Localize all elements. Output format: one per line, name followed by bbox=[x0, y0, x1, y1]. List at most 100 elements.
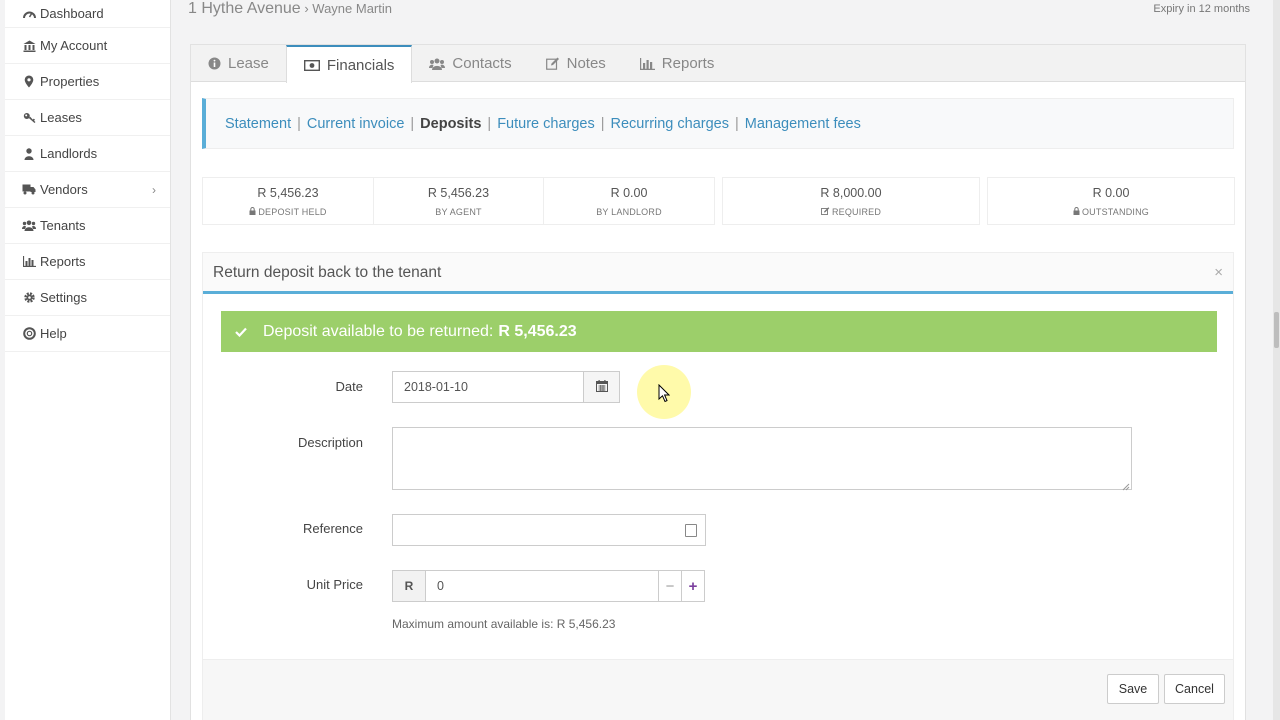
subnav-separator: | bbox=[600, 115, 605, 132]
property-name: 1 Hythe Avenue bbox=[188, 0, 301, 17]
resize-grip-icon[interactable] bbox=[1122, 480, 1130, 491]
map-marker-icon bbox=[19, 75, 39, 88]
lock-icon bbox=[1073, 207, 1080, 217]
calendar-icon bbox=[595, 379, 608, 395]
date-label: Date bbox=[335, 379, 363, 394]
subnav-current-invoice[interactable]: Current invoice bbox=[307, 116, 405, 132]
unit-price-label: Unit Price bbox=[306, 577, 363, 592]
unit-price-field[interactable]: 0 bbox=[425, 570, 660, 602]
mouse-cursor-icon bbox=[658, 383, 671, 406]
tab-label: Reports bbox=[661, 55, 715, 72]
sidebar-item-landlords[interactable]: Landlords bbox=[5, 136, 170, 172]
contact-card-icon bbox=[685, 524, 697, 537]
stat-by-agent: R 5,456.23 BY AGENT bbox=[373, 177, 544, 225]
lock-icon bbox=[249, 207, 256, 217]
stat-value: R 0.00 bbox=[610, 186, 648, 200]
sidebar-item-reports[interactable]: Reports bbox=[5, 244, 170, 280]
close-icon[interactable]: × bbox=[1214, 264, 1223, 281]
dialog-title: Return deposit back to the tenant bbox=[213, 264, 442, 281]
scrollbar[interactable] bbox=[1273, 0, 1280, 720]
stat-by-landlord: R 0.00 BY LANDLORD bbox=[543, 177, 715, 225]
subnav-management-fees[interactable]: Management fees bbox=[745, 116, 861, 132]
tab-label: Lease bbox=[228, 55, 269, 72]
sidebar-item-label: Dashboard bbox=[40, 6, 104, 21]
sidebar-item-tenants[interactable]: Tenants bbox=[5, 208, 170, 244]
stat-value: R 0.00 bbox=[1092, 186, 1130, 200]
subnav-future-charges[interactable]: Future charges bbox=[497, 116, 595, 132]
sidebar-item-vendors[interactable]: Vendors › bbox=[5, 172, 170, 208]
sidebar-item-label: Leases bbox=[40, 110, 82, 125]
stat-deposit-held: R 5,456.23 DEPOSIT HELD bbox=[202, 177, 374, 225]
subnav-recurring-charges[interactable]: Recurring charges bbox=[611, 116, 729, 132]
tab-lease[interactable]: Lease bbox=[191, 45, 286, 82]
stat-value: R 5,456.23 bbox=[257, 186, 319, 200]
subnav-separator: | bbox=[410, 115, 415, 132]
gear-icon bbox=[19, 291, 39, 304]
cancel-button[interactable]: Cancel bbox=[1164, 674, 1225, 704]
scrollbar-thumb[interactable] bbox=[1274, 312, 1279, 348]
dialog-header: Return deposit back to the tenant × bbox=[203, 253, 1233, 294]
sidebar-item-label: My Account bbox=[40, 38, 108, 53]
subnav-deposits[interactable]: Deposits bbox=[420, 116, 481, 132]
breadcrumb: 1 Hythe Avenue › Wayne Martin bbox=[188, 0, 392, 18]
lease-panel: Lease Financials Contacts Notes Reports … bbox=[190, 44, 1246, 720]
money-icon bbox=[303, 59, 320, 71]
subnav-separator: | bbox=[297, 115, 301, 132]
sidebar-item-properties[interactable]: Properties bbox=[5, 64, 170, 100]
return-deposit-dialog: Return deposit back to the tenant × Depo… bbox=[202, 252, 1234, 720]
subnav-separator: | bbox=[735, 115, 739, 132]
stat-label-row: BY AGENT bbox=[374, 207, 543, 217]
edit-icon bbox=[820, 207, 830, 217]
calendar-button[interactable] bbox=[583, 371, 620, 403]
stat-label: DEPOSIT HELD bbox=[258, 207, 327, 217]
bar-chart-icon bbox=[19, 256, 39, 267]
stat-label-row: BY LANDLORD bbox=[544, 207, 714, 217]
subnav-separator: | bbox=[487, 115, 492, 132]
sidebar-item-label: Settings bbox=[40, 290, 87, 305]
stat-required: R 8,000.00 REQUIRED bbox=[722, 177, 980, 225]
tab-bar: Lease Financials Contacts Notes Reports bbox=[191, 45, 1245, 83]
alert-text: Deposit available to be returned: bbox=[263, 322, 494, 340]
deposit-available-alert: Deposit available to be returned: R 5,45… bbox=[221, 311, 1217, 352]
description-label: Description bbox=[297, 435, 363, 450]
sidebar-item-label: Reports bbox=[40, 254, 86, 269]
stat-label-row: OUTSTANDING bbox=[988, 207, 1234, 217]
financials-subnav: Statement | Current invoice | Deposits |… bbox=[202, 98, 1234, 149]
tab-label: Financials bbox=[326, 56, 395, 74]
sidebar-item-settings[interactable]: Settings bbox=[5, 280, 170, 316]
sidebar-item-label: Landlords bbox=[40, 146, 98, 161]
tab-notes[interactable]: Notes bbox=[529, 45, 623, 82]
tab-reports[interactable]: Reports bbox=[623, 45, 732, 82]
edit-icon bbox=[545, 57, 560, 70]
bar-chart-icon bbox=[639, 57, 655, 70]
sidebar-item-my-account[interactable]: My Account bbox=[5, 28, 170, 64]
key-icon bbox=[19, 112, 39, 124]
sidebar-item-dashboard[interactable]: Dashboard bbox=[5, 0, 170, 28]
tab-contacts[interactable]: Contacts bbox=[412, 45, 528, 82]
stat-label: BY AGENT bbox=[435, 207, 482, 217]
save-button[interactable]: Save bbox=[1107, 674, 1159, 704]
sidebar-item-leases[interactable]: Leases bbox=[5, 100, 170, 136]
info-circle-icon bbox=[208, 57, 221, 70]
sidebar-item-help[interactable]: Help bbox=[5, 316, 170, 352]
subnav-statement[interactable]: Statement bbox=[225, 116, 291, 132]
stat-value: R 5,456.23 bbox=[427, 186, 490, 200]
user-icon bbox=[19, 147, 39, 160]
stat-value: R 8,000.00 bbox=[820, 186, 882, 200]
dialog-footer: Save Cancel bbox=[203, 659, 1233, 720]
stat-label: REQUIRED bbox=[831, 207, 882, 217]
date-field[interactable]: 2018-01-10 bbox=[392, 371, 584, 403]
sidebar-item-label: Help bbox=[40, 326, 67, 341]
check-icon bbox=[235, 327, 247, 337]
max-amount-help: Maximum amount available is: R 5,456.23 bbox=[392, 617, 616, 631]
lease-expiry: Expiry in 12 months bbox=[1153, 3, 1250, 15]
description-field[interactable] bbox=[392, 427, 1132, 491]
tab-financials[interactable]: Financials bbox=[285, 45, 413, 83]
decrement-button[interactable]: − bbox=[658, 570, 682, 602]
breadcrumb-separator: › bbox=[304, 1, 309, 16]
increment-button[interactable]: + bbox=[681, 570, 705, 602]
stat-label: OUTSTANDING bbox=[1081, 207, 1150, 217]
stat-outstanding: R 0.00 OUTSTANDING bbox=[987, 177, 1235, 225]
alert-amount: R 5,456.23 bbox=[498, 322, 577, 340]
reference-field[interactable] bbox=[392, 514, 706, 546]
